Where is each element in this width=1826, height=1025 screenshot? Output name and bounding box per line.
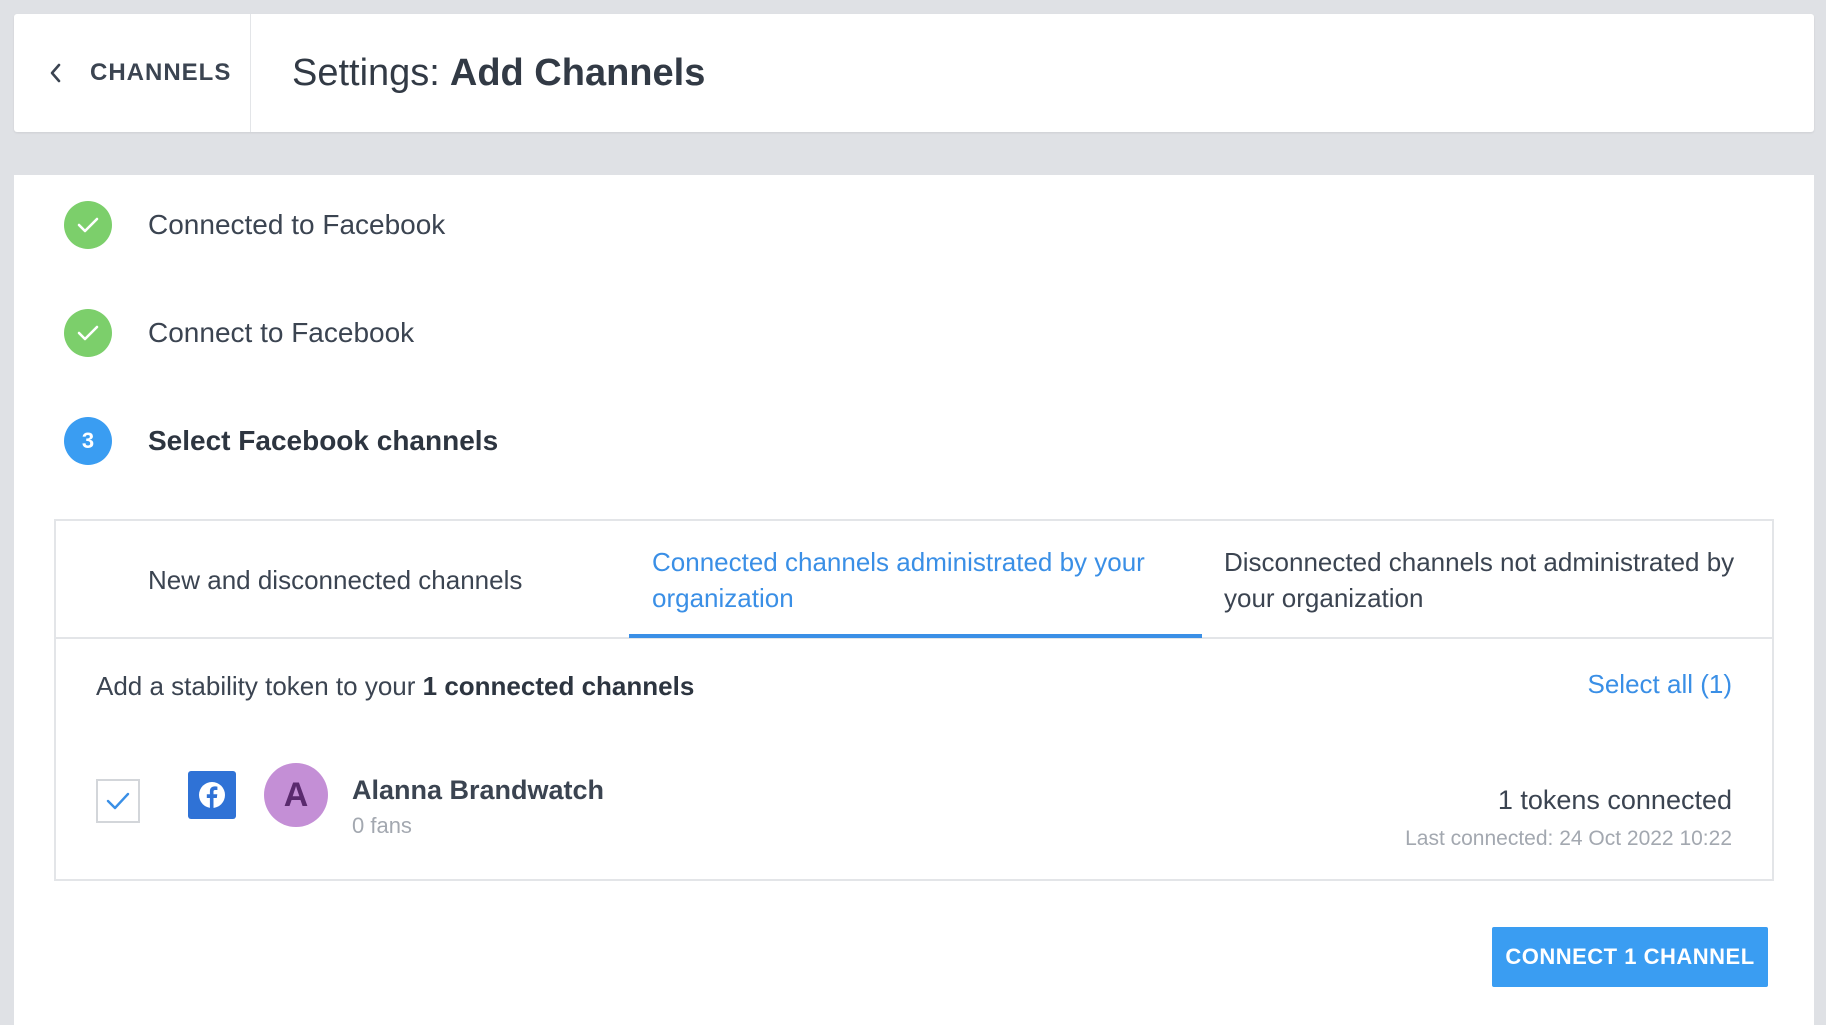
back-to-channels-link[interactable]: CHANNELS <box>14 14 251 132</box>
avatar: A <box>264 763 328 827</box>
tab-new-and-disconnected[interactable]: New and disconnected channels <box>148 521 608 639</box>
back-link-label: CHANNELS <box>90 59 232 86</box>
last-connected: Last connected: 24 Oct 2022 10:22 <box>1405 827 1732 850</box>
channel-name: Alanna Brandwatch <box>352 775 605 805</box>
tab-disconnected-not-administrated[interactable]: Disconnected channels not administrated … <box>1224 521 1744 639</box>
channel-tabs: New and disconnected channels Connected … <box>56 521 1772 639</box>
facebook-icon <box>188 771 236 819</box>
subheading-count: 1 connected channels <box>422 671 695 701</box>
step-1: Connected to Facebook <box>64 201 445 249</box>
step-3-label: Select Facebook channels <box>148 425 499 456</box>
step-2-check-icon <box>64 309 112 357</box>
page-header: CHANNELS Settings: Add Channels <box>14 14 1814 132</box>
checkmark-icon <box>106 792 130 810</box>
channel-checkbox[interactable] <box>96 779 140 823</box>
step-3-number-badge: 3 <box>64 417 112 465</box>
select-all-link[interactable]: Select all (1) <box>1588 669 1733 700</box>
tab-connected-administrated[interactable]: Connected channels administrated by your… <box>652 521 1192 639</box>
step-2: Connect to Facebook <box>64 309 414 357</box>
chevron-left-icon <box>48 62 70 84</box>
page-title-main: Add Channels <box>449 51 706 94</box>
step-1-label: Connected to Facebook <box>148 209 446 240</box>
subheading-prefix: Add a stability token to your <box>96 671 416 701</box>
active-tab-indicator <box>629 634 1202 638</box>
step-1-check-icon <box>64 201 112 249</box>
step-2-label: Connect to Facebook <box>148 317 415 348</box>
step-3: 3 Select Facebook channels <box>64 417 498 465</box>
connect-channel-button[interactable]: CONNECT 1 CHANNEL <box>1492 927 1768 987</box>
panel-subheading: Add a stability token to your 1 connecte… <box>96 671 694 702</box>
main-content: Connected to Facebook Connect to Faceboo… <box>14 175 1814 1025</box>
tokens-connected: 1 tokens connected <box>1497 785 1732 815</box>
page-title: Settings: Add Channels <box>292 14 705 132</box>
channel-selection-panel: New and disconnected channels Connected … <box>54 519 1774 881</box>
channel-fans: 0 fans <box>352 813 412 838</box>
channel-row: A Alanna Brandwatch 0 fans 1 tokens conn… <box>56 761 1772 871</box>
page-title-prefix: Settings: <box>292 51 440 94</box>
